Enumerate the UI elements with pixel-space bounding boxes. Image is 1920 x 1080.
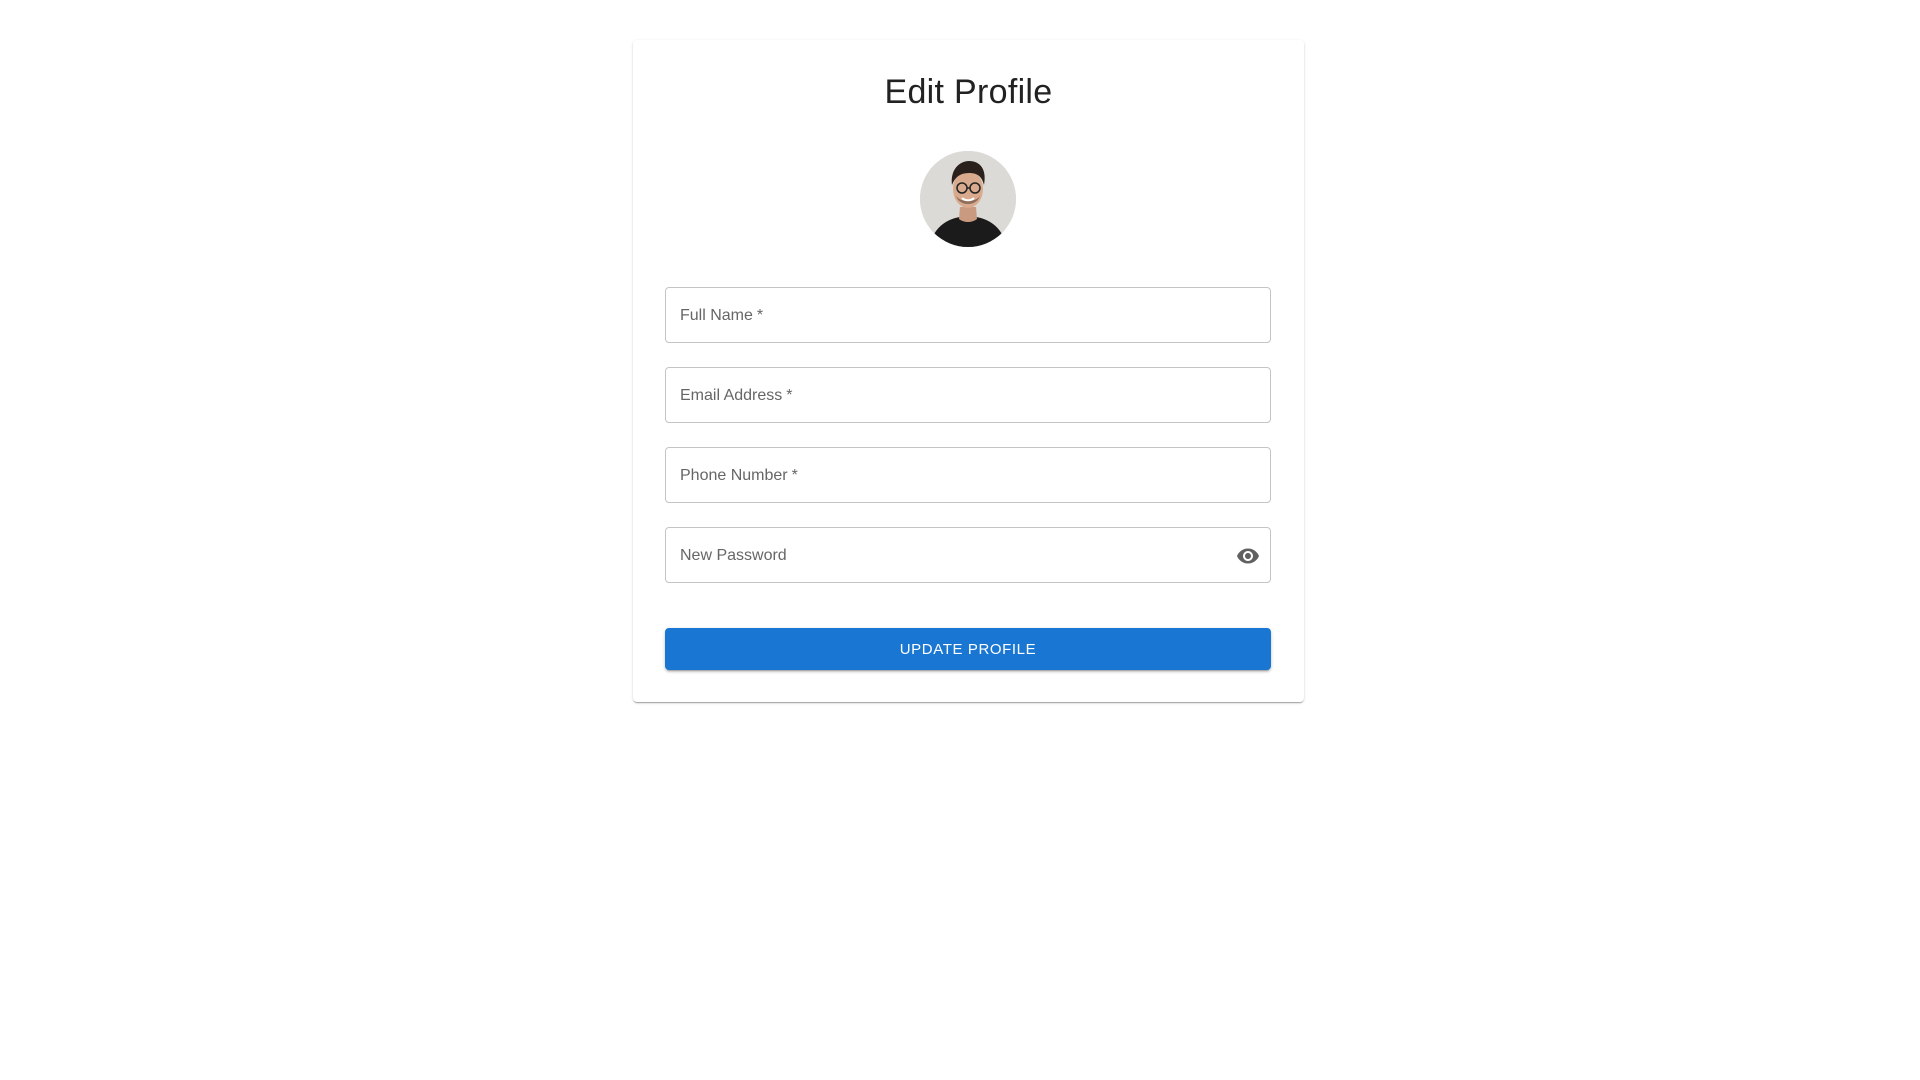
eye-icon xyxy=(1237,548,1259,564)
email-field[interactable]: Email Address * xyxy=(665,367,1271,423)
full-name-input[interactable] xyxy=(666,288,1270,342)
phone-field[interactable]: Phone Number * xyxy=(665,447,1271,503)
full-name-field[interactable]: Full Name * xyxy=(665,287,1271,343)
phone-input[interactable] xyxy=(666,448,1270,502)
edit-profile-card: Edit Profile Full Name* Email Address* xyxy=(633,40,1304,702)
avatar[interactable] xyxy=(920,151,1016,247)
email-input[interactable] xyxy=(666,368,1270,422)
new-password-field[interactable]: New Password xyxy=(665,527,1271,583)
avatar-photo xyxy=(920,151,1016,247)
update-profile-button[interactable]: Update Profile xyxy=(665,628,1271,670)
new-password-input[interactable] xyxy=(666,528,1270,582)
toggle-password-visibility-button[interactable] xyxy=(1232,540,1264,572)
page-title: Edit Profile xyxy=(884,73,1053,111)
